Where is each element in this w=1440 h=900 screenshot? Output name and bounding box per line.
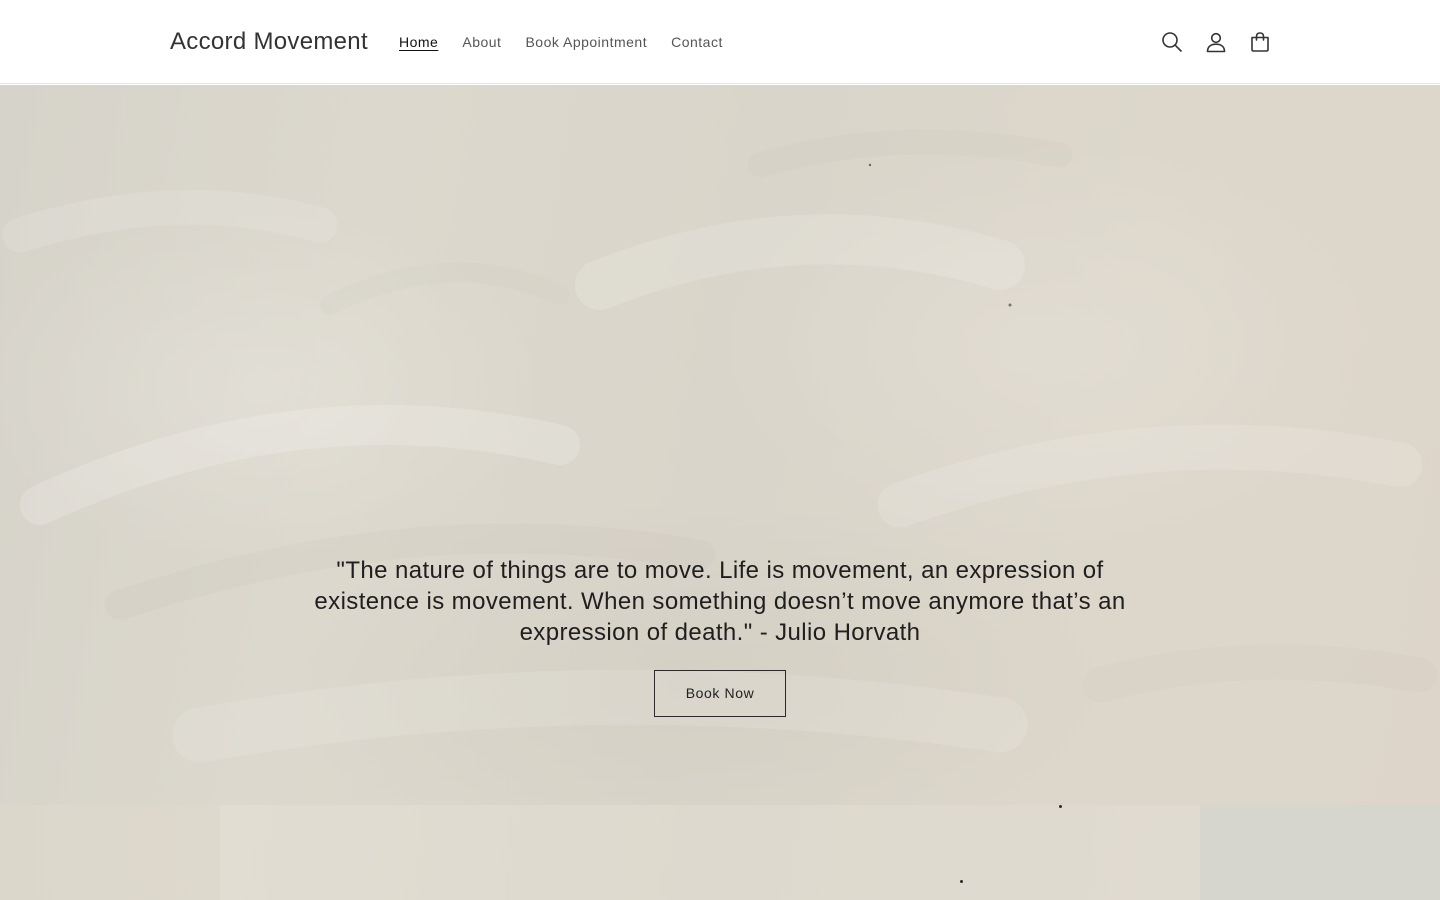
hero-content: "The nature of things are to move. Life … [300,555,1140,717]
main-nav: Home About Book Appointment Contact [387,29,735,55]
texture-speck [1059,805,1062,808]
cart-button[interactable] [1238,20,1282,64]
nav-item-about[interactable]: About [450,29,513,55]
texture-speck [960,880,963,883]
lower-panel-left [0,805,220,900]
hero-banner: "The nature of things are to move. Life … [0,85,1440,805]
lower-panel-middle [220,805,1200,900]
nav-item-contact[interactable]: Contact [659,29,735,55]
brand-logo-text[interactable]: Accord Movement [170,27,368,57]
account-icon [1206,32,1226,53]
nav-item-home[interactable]: Home [387,29,450,55]
account-button[interactable] [1194,20,1238,64]
hero-quote: "The nature of things are to move. Life … [314,557,1126,646]
cart-icon [1251,32,1269,52]
lower-image-band [0,805,1440,900]
site-header: Accord Movement Home About Book Appointm… [0,0,1440,84]
lower-panel-right [1200,805,1440,900]
book-now-button[interactable]: Book Now [654,670,786,717]
nav-item-book-appointment[interactable]: Book Appointment [513,29,659,55]
search-button[interactable] [1150,20,1194,64]
search-icon [1162,32,1182,52]
header-icons [1150,20,1282,64]
